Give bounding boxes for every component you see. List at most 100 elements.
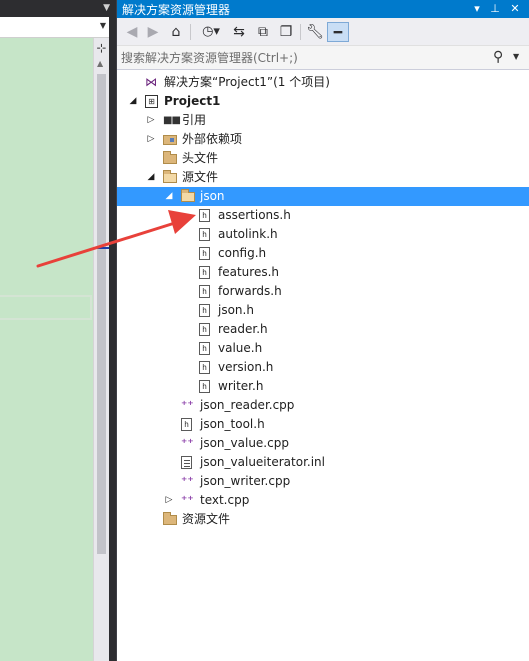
tree-item[interactable]: h json.h xyxy=(117,301,529,320)
tree-item-label: json_value.cpp xyxy=(200,436,289,450)
collapsed-arrow-icon[interactable]: ▷ xyxy=(145,130,157,149)
close-icon[interactable]: ✕ xyxy=(508,0,522,17)
tree-item[interactable]: h autolink.h xyxy=(117,225,529,244)
scrollbar-caret-marker xyxy=(95,247,109,249)
sync-icon[interactable]: ⇆ xyxy=(229,22,249,42)
cpp-file-icon: ⁺⁺ xyxy=(181,398,194,412)
header-file-icon: h xyxy=(199,380,210,393)
header-file-icon: h xyxy=(199,304,210,317)
tree-item-label: writer.h xyxy=(218,379,264,393)
collapse-all-icon[interactable]: ⧉ xyxy=(253,22,273,42)
tree-item-label: value.h xyxy=(218,341,263,355)
tree-item[interactable]: ◢ 源文件 xyxy=(117,168,529,187)
tree-item-label: config.h xyxy=(218,246,267,260)
tree-item[interactable]: h config.h xyxy=(117,244,529,263)
expanded-arrow-icon[interactable]: ◢ xyxy=(127,92,139,111)
tree-item[interactable]: 资源文件 xyxy=(117,510,529,529)
header-file-icon: h xyxy=(199,285,210,298)
code-editor-area[interactable] xyxy=(0,38,93,661)
solution-explorer-toolbar: ◀ ▶ ⌂ ◷▾ ⇆ ⧉ ❐ 🔧︎ ━ xyxy=(117,18,529,46)
tree-item[interactable]: h version.h xyxy=(117,358,529,377)
tree-item-label: text.cpp xyxy=(200,493,250,507)
tree-item[interactable]: h forwards.h xyxy=(117,282,529,301)
tree-item[interactable]: ◢ ⊞ Project1 xyxy=(117,92,529,111)
search-box: ⚲ ▼ xyxy=(117,46,529,70)
header-file-icon: h xyxy=(199,228,210,241)
solution-explorer-panel: 解决方案资源管理器 ▾ ⊥ ✕ ◀ ▶ ⌂ ◷▾ ⇆ ⧉ ❐ 🔧︎ ━ ⚲ ▼ … xyxy=(116,0,529,661)
collapsed-arrow-icon[interactable]: ▷ xyxy=(163,491,175,510)
toolbar-separator xyxy=(190,24,191,40)
tree-item[interactable]: ▷ ■■ 引用 xyxy=(117,111,529,130)
tree-item[interactable]: ▷ 外部依赖项 xyxy=(117,130,529,149)
tree-item-label: features.h xyxy=(218,265,279,279)
tree-item-label: 资源文件 xyxy=(182,512,231,526)
tree-item[interactable]: ⁺⁺ json_reader.cpp xyxy=(117,396,529,415)
tree-item-label: 头文件 xyxy=(182,151,219,165)
tree-item[interactable]: h json_tool.h xyxy=(117,415,529,434)
header-file-icon: h xyxy=(199,342,210,355)
home-icon[interactable]: ⌂ xyxy=(166,22,186,42)
editor-tab-strip: ▼ xyxy=(0,0,116,17)
scrollbar-thumb[interactable] xyxy=(97,74,106,554)
tree-item-label: 解决方案“Project1”(1 个项目) xyxy=(164,75,330,89)
tree-item-label: 引用 xyxy=(182,113,207,127)
expanded-arrow-icon[interactable]: ◢ xyxy=(163,187,175,206)
references-icon: ■■ xyxy=(163,115,181,126)
tree-item[interactable]: json_valueiterator.inl xyxy=(117,453,529,472)
expanded-arrow-icon[interactable]: ◢ xyxy=(145,168,157,187)
inline-file-icon xyxy=(181,456,192,469)
search-icon[interactable]: ⚲ xyxy=(493,49,503,65)
tree-item-label: json_writer.cpp xyxy=(200,474,291,488)
history-icon[interactable]: ◷▾ xyxy=(197,22,225,42)
forward-icon[interactable]: ▶ xyxy=(144,22,162,42)
panel-splitter[interactable] xyxy=(109,17,116,661)
folder-open-icon xyxy=(181,189,195,202)
tree-item[interactable]: ⋈ 解决方案“Project1”(1 个项目) xyxy=(117,73,529,92)
solution-explorer-title-bar: 解决方案资源管理器 ▾ ⊥ ✕ xyxy=(117,0,529,18)
tree-item-label: assertions.h xyxy=(218,208,291,222)
search-input[interactable] xyxy=(119,48,489,67)
split-window-icon[interactable]: ⊹ xyxy=(95,40,108,56)
tree-item[interactable]: ▷ ⁺⁺ text.cpp xyxy=(117,491,529,510)
tree-item-label: json.h xyxy=(218,303,254,317)
window-position-dropdown-icon[interactable]: ▾ xyxy=(470,0,484,17)
wrench-icon[interactable]: 🔧︎ xyxy=(305,22,325,42)
tree-item[interactable]: ◢ json xyxy=(117,187,529,206)
header-file-icon: h xyxy=(199,266,210,279)
header-file-icon: h xyxy=(199,247,210,260)
scroll-up-arrow-icon[interactable]: ▲ xyxy=(97,59,103,68)
tree-item-label: 源文件 xyxy=(182,170,219,184)
tree-item[interactable]: h assertions.h xyxy=(117,206,529,225)
member-navigation-dropdown[interactable]: ▼ xyxy=(0,17,109,38)
tree-item[interactable]: h reader.h xyxy=(117,320,529,339)
folder-icon xyxy=(163,512,177,525)
header-file-icon: h xyxy=(199,361,210,374)
tree-item[interactable]: ⁺⁺ json_writer.cpp xyxy=(117,472,529,491)
tree-item-label: forwards.h xyxy=(218,284,282,298)
tree-item-label: json_tool.h xyxy=(200,417,265,431)
header-file-icon: h xyxy=(181,418,192,431)
external-dependencies-icon xyxy=(163,135,177,145)
cpp-file-icon: ⁺⁺ xyxy=(181,436,194,450)
editor-current-line-highlight xyxy=(0,295,92,320)
tree-item[interactable]: h value.h xyxy=(117,339,529,358)
preview-icon[interactable]: ━ xyxy=(327,22,349,42)
tab-overflow-chevron-icon[interactable]: ▼ xyxy=(103,3,110,13)
search-options-chevron-icon[interactable]: ▼ xyxy=(513,52,519,61)
cpp-file-icon: ⁺⁺ xyxy=(181,474,194,488)
back-icon[interactable]: ◀ xyxy=(123,22,141,42)
pin-icon[interactable]: ⊥ xyxy=(488,0,502,17)
tree-item[interactable]: h features.h xyxy=(117,263,529,282)
tree-item-label: Project1 xyxy=(164,94,221,108)
tree-item-label: version.h xyxy=(218,360,274,374)
chevron-down-icon[interactable]: ▼ xyxy=(100,21,106,30)
show-all-files-icon[interactable]: ❐ xyxy=(276,22,296,42)
tree-item[interactable]: h writer.h xyxy=(117,377,529,396)
cpp-file-icon: ⁺⁺ xyxy=(181,493,194,507)
collapsed-arrow-icon[interactable]: ▷ xyxy=(145,111,157,130)
tree-item-label: autolink.h xyxy=(218,227,278,241)
project-icon: ⊞ xyxy=(145,95,158,108)
tree-item[interactable]: 头文件 xyxy=(117,149,529,168)
tree-item[interactable]: ⁺⁺ json_value.cpp xyxy=(117,434,529,453)
editor-vertical-scrollbar[interactable]: ⊹ ▲ xyxy=(93,38,109,661)
